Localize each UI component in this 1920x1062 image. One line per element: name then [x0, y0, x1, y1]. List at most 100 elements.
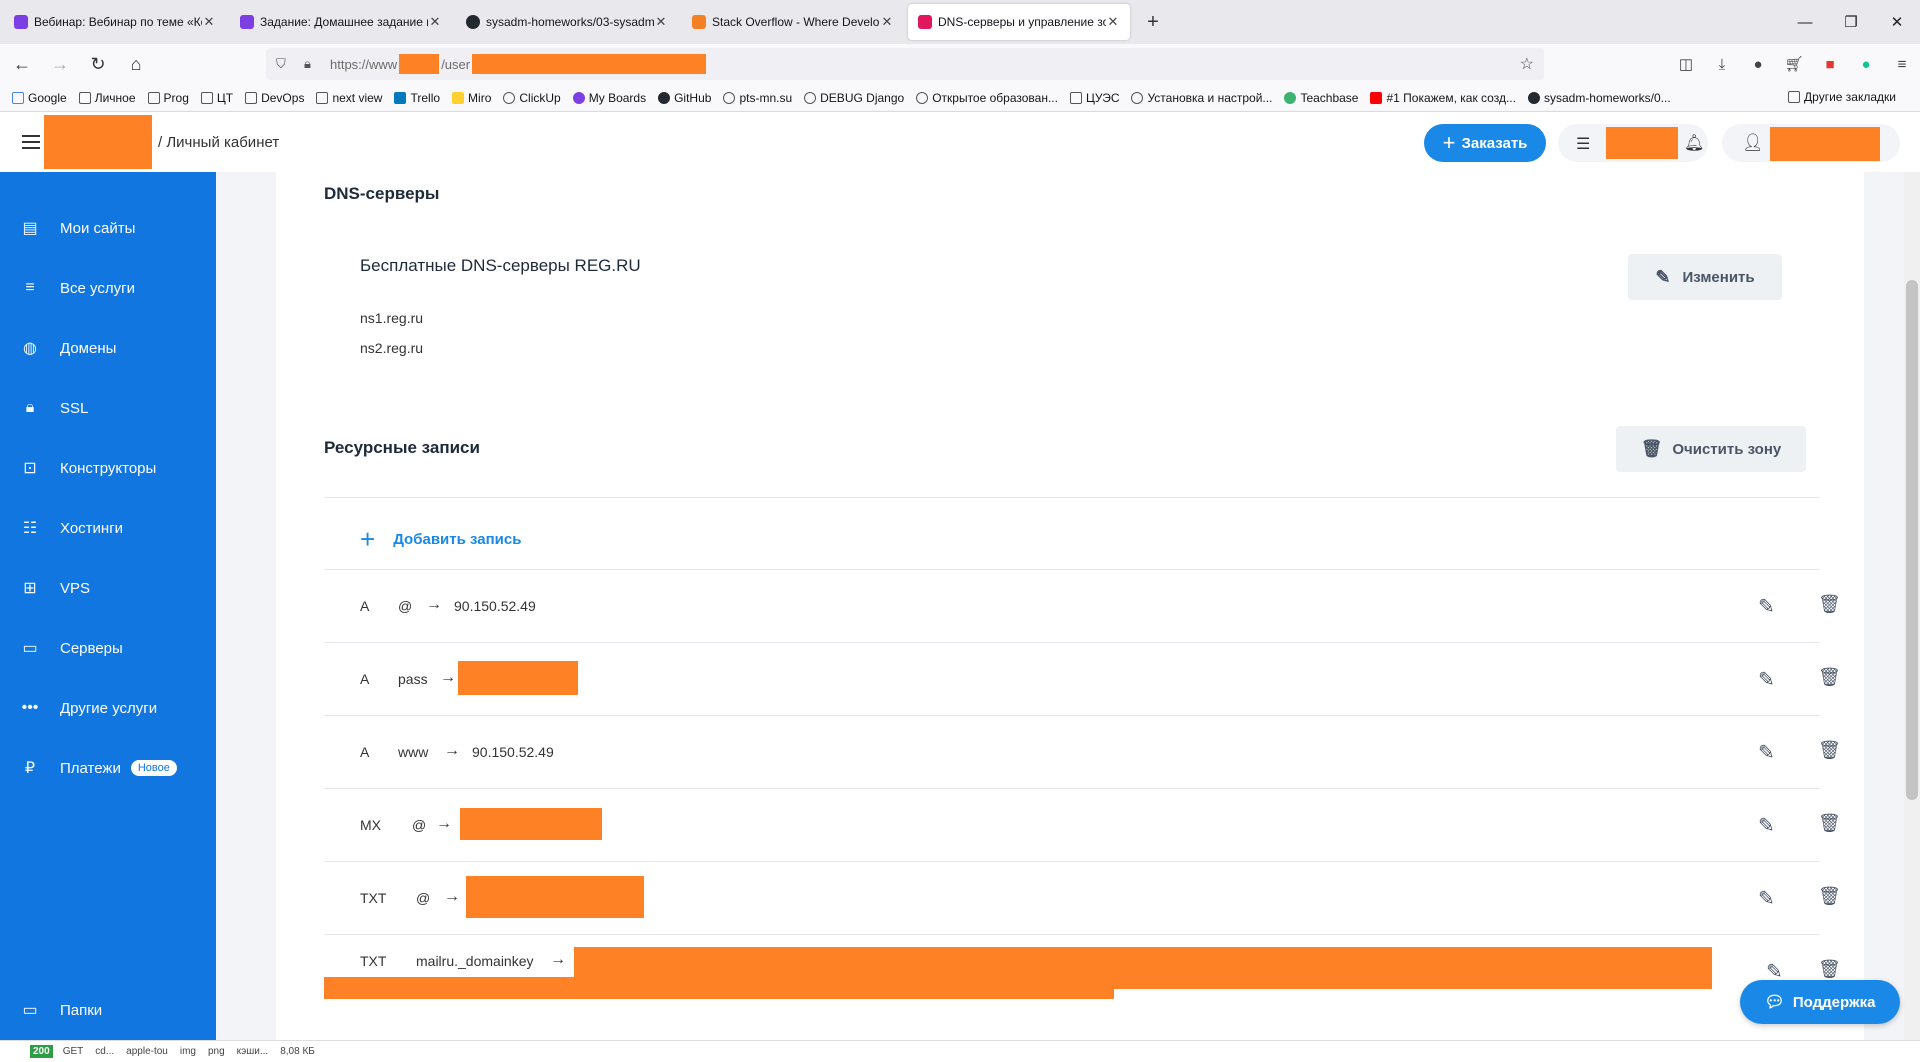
close-icon[interactable]: ✕: [428, 14, 442, 30]
clear-zone-button[interactable]: 🗑︎ Очистить зону: [1616, 426, 1806, 472]
bookmark-label: next view: [332, 90, 383, 105]
main-content: DNS-серверы Бесплатные DNS-серверы REG.R…: [216, 172, 1904, 1040]
favicon-icon: [918, 15, 932, 29]
sidebar-item-other-services[interactable]: ••• Другие услуги: [0, 688, 216, 728]
bookmark-item[interactable]: pts-mn.su: [723, 91, 792, 105]
bookmark-item[interactable]: ЦУЭС: [1069, 91, 1119, 105]
tab-title: Stack Overflow - Where Develop: [712, 15, 880, 29]
cart-icon[interactable]: 🛒︎: [1776, 55, 1812, 73]
myboards-icon: [572, 91, 585, 104]
edit-record-icon[interactable]: ✎: [1758, 667, 1775, 692]
browser-tab[interactable]: sysadm-homeworks/03-sysadm ✕: [456, 4, 678, 40]
bookmark-item[interactable]: DevOps: [245, 91, 304, 105]
bell-icon[interactable]: 🔔︎: [1684, 133, 1704, 153]
close-icon[interactable]: ✕: [880, 14, 894, 30]
delete-record-icon[interactable]: 🗑︎: [1818, 667, 1841, 688]
back-icon[interactable]: ←: [6, 48, 38, 80]
balance-widget[interactable]: ☰ 🔔︎: [1558, 124, 1708, 162]
ruble-icon: ₽: [24, 760, 36, 777]
forward-icon[interactable]: →: [44, 48, 76, 80]
sidebar-item-label: Папки: [60, 1001, 103, 1019]
bookmark-ext-icon[interactable]: ■: [1812, 56, 1848, 73]
grammarly-icon[interactable]: ●: [1848, 56, 1884, 73]
bookmark-item[interactable]: Miro: [452, 91, 491, 105]
edit-record-icon[interactable]: ✎: [1758, 813, 1775, 838]
star-icon[interactable]: ☆: [1520, 54, 1534, 74]
lock-icon[interactable]: 🔒︎: [304, 56, 322, 72]
sidebar-item-hosting[interactable]: ☷ Хостинги: [0, 508, 216, 548]
scrollbar-thumb[interactable]: [1906, 280, 1918, 800]
record-arrow: →: [440, 669, 456, 686]
bookmark-item[interactable]: #1 Покажем, как созд...: [1370, 91, 1516, 105]
bookmark-item[interactable]: GitHub: [658, 91, 711, 105]
menu-icon[interactable]: ≡: [1884, 56, 1920, 73]
bookmark-item[interactable]: ClickUp: [503, 91, 561, 105]
delete-record-icon[interactable]: 🗑︎: [1818, 886, 1841, 907]
close-icon[interactable]: ✕: [202, 14, 216, 30]
bookmark-item[interactable]: Открытое образован...: [916, 91, 1058, 105]
browser-tab[interactable]: Stack Overflow - Where Develop ✕: [682, 4, 904, 40]
request-cause: img: [179, 1046, 196, 1057]
record-host: pass: [398, 671, 428, 687]
restore-icon[interactable]: ❐: [1828, 0, 1874, 44]
minimize-icon[interactable]: —: [1782, 0, 1828, 44]
sidebar-item-domains[interactable]: ◍ Домены: [0, 328, 216, 368]
bookmark-item[interactable]: DEBUG Django: [804, 91, 904, 105]
edit-record-icon[interactable]: ✎: [1758, 594, 1775, 619]
account-widget[interactable]: 👤︎: [1722, 124, 1900, 162]
button-label: Добавить запись: [393, 531, 522, 548]
shield-icon[interactable]: ⛉: [276, 56, 294, 72]
github-icon: [466, 15, 480, 29]
bookmark-item[interactable]: next view: [316, 91, 382, 105]
extension-n-icon[interactable]: ●: [1740, 56, 1776, 73]
browser-tab[interactable]: Вебинар: Вебинар по теме «Ко ✕: [4, 4, 226, 40]
sidebar-item-servers[interactable]: ▭ Серверы: [0, 628, 216, 668]
browser-tab[interactable]: Задание: Домашнее задание п ✕: [230, 4, 452, 40]
bookmark-item[interactable]: ЦТ: [200, 91, 233, 105]
browser-tab-active[interactable]: DNS-серверы и управление зо ✕: [908, 4, 1130, 40]
sidebar-item-folders[interactable]: ▭ Папки: [0, 990, 216, 1030]
change-dns-button[interactable]: ✎ Изменить: [1628, 254, 1782, 300]
delete-record-icon[interactable]: 🗑︎: [1818, 959, 1841, 980]
bookmark-item[interactable]: Teachbase: [1284, 91, 1358, 105]
sidebar-item-all-services[interactable]: ≡ Все услуги: [0, 268, 216, 308]
add-record-button[interactable]: + Добавить запись: [360, 524, 521, 555]
address-bar[interactable]: ⛉ 🔒︎ https://www /user ☆: [266, 48, 1544, 80]
sidebar-item-payments[interactable]: ₽ Платежи Новое: [0, 748, 216, 788]
sidebar-item-my-sites[interactable]: ▤ Мои сайты: [0, 208, 216, 248]
bookmark-item[interactable]: Trello: [394, 91, 440, 105]
folder-icon: [1788, 91, 1801, 103]
home-icon[interactable]: ⌂: [120, 48, 152, 80]
bookmark-item[interactable]: Установка и настрой...: [1131, 91, 1272, 105]
close-window-icon[interactable]: ✕: [1874, 0, 1920, 44]
edit-record-icon[interactable]: ✎: [1758, 886, 1775, 911]
order-button[interactable]: + Заказать: [1424, 124, 1546, 162]
delete-record-icon[interactable]: 🗑︎: [1818, 740, 1841, 761]
record-type: TXT: [360, 890, 387, 906]
request-method: GET: [62, 1046, 84, 1057]
bookmark-item[interactable]: sysadm-homeworks/0...: [1527, 91, 1671, 105]
breadcrumb[interactable]: / Личный кабинет: [158, 134, 279, 151]
server-icon: ▭: [22, 640, 38, 657]
new-tab-button[interactable]: +: [1138, 7, 1168, 37]
close-icon[interactable]: ✕: [1106, 14, 1120, 30]
close-icon[interactable]: ✕: [654, 14, 668, 30]
hamburger-menu-icon[interactable]: [22, 135, 40, 149]
download-icon[interactable]: ⤓: [1704, 56, 1740, 73]
other-bookmarks[interactable]: Другие закладки: [1788, 90, 1896, 104]
request-type: png: [207, 1046, 225, 1057]
sidebar-item-ssl[interactable]: 🔒︎ SSL: [0, 388, 216, 428]
edit-record-icon[interactable]: ✎: [1758, 740, 1775, 765]
record-value: 90.150.52.49: [472, 744, 554, 760]
bookmark-item[interactable]: Личное: [78, 91, 136, 105]
delete-record-icon[interactable]: 🗑︎: [1818, 594, 1841, 615]
pocket-icon[interactable]: ◫: [1668, 55, 1704, 73]
reload-icon[interactable]: ↻: [82, 48, 114, 80]
support-button[interactable]: 💬︎ Поддержка: [1740, 980, 1900, 1024]
bookmark-item[interactable]: Prog: [147, 91, 189, 105]
delete-record-icon[interactable]: 🗑︎: [1818, 813, 1841, 834]
bookmark-item[interactable]: Google: [12, 91, 67, 105]
bookmark-item[interactable]: My Boards: [572, 91, 646, 105]
sidebar-item-vps[interactable]: ⊞ VPS: [0, 568, 216, 608]
sidebar-item-builders[interactable]: ⊡ Конструкторы: [0, 448, 216, 488]
